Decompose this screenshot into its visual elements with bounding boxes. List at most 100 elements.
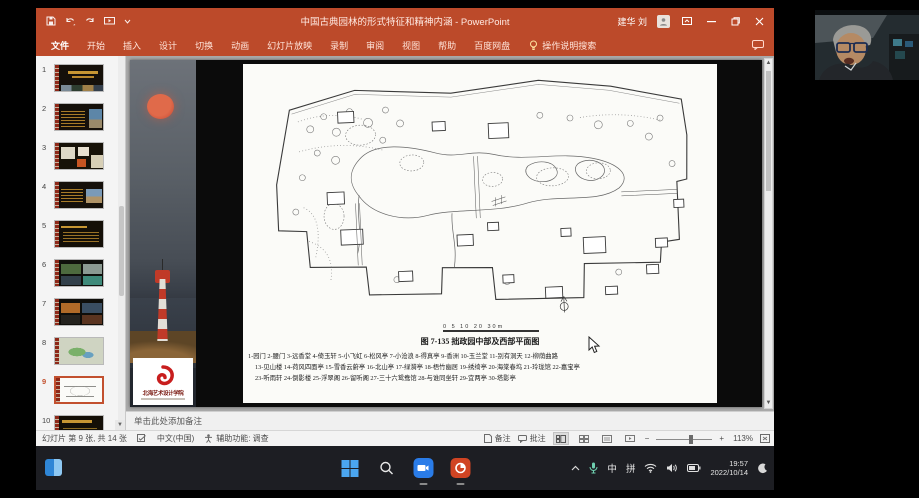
slide-thumbnail-row: 5 (36, 220, 125, 248)
slide-thumbnail-1[interactable] (54, 64, 104, 92)
slide-thumbnail-2[interactable] (54, 103, 104, 131)
slide-number: 8 (36, 337, 54, 347)
minimize-button[interactable] (704, 14, 718, 28)
ribbon-tab-5[interactable]: 切换 (186, 35, 222, 56)
ime-language-indicator[interactable]: 中 (607, 461, 617, 475)
comments-toggle-button[interactable]: 批注 (518, 433, 546, 444)
slide-number: 1 (36, 64, 54, 74)
accessibility-status[interactable]: 辅助功能: 调查 (204, 433, 268, 444)
slide-thumbnail-5[interactable] (54, 220, 104, 248)
current-slide[interactable]: 北海艺术设计学院 (130, 60, 762, 407)
battery-icon[interactable] (687, 464, 701, 472)
ribbon-tab-8[interactable]: 录制 (321, 35, 357, 56)
slide-position: 幻灯片 第 9 张, 共 14 张 (42, 433, 127, 444)
screen-share-canvas: 中国古典园林的形式特征和精神内涵 - PowerPoint 建华 刘 (0, 0, 919, 498)
start-button[interactable] (339, 457, 361, 479)
feedback-icon[interactable] (752, 40, 764, 50)
customize-qat-icon[interactable] (124, 19, 131, 24)
notes-toggle-button[interactable]: 备注 (484, 433, 511, 444)
ribbon-tab-10[interactable]: 视图 (393, 35, 429, 56)
powerpoint-app-button[interactable] (450, 457, 472, 479)
slide-number: 2 (36, 103, 54, 113)
slide-thumbnail-list: 12345678910 (36, 56, 125, 430)
slide-thumbnail-6[interactable] (54, 259, 104, 287)
tell-me-label: 操作说明搜索 (542, 39, 596, 52)
zoom-out-button[interactable]: − (645, 434, 650, 443)
ribbon-tab-9[interactable]: 审阅 (357, 35, 393, 56)
save-icon[interactable] (46, 16, 56, 26)
ribbon-tab-6[interactable]: 动画 (222, 35, 258, 56)
restore-button[interactable] (728, 14, 742, 28)
ribbon-display-options-icon[interactable] (680, 14, 694, 28)
microphone-icon[interactable] (589, 462, 598, 474)
thumbnail-scrollbar[interactable] (118, 56, 125, 430)
start-slideshow-icon[interactable] (104, 17, 115, 26)
scroll-down-icon[interactable]: ▼ (765, 399, 772, 408)
ribbon-tab-3[interactable]: 插入 (114, 35, 150, 56)
zoom-in-button[interactable]: + (719, 434, 724, 443)
taskbar-clock[interactable]: 19:57 2022/10/14 (710, 459, 748, 477)
slide-thumbnail-10[interactable] (54, 415, 104, 430)
account-name[interactable]: 建华 刘 (617, 15, 647, 28)
spell-check-icon[interactable] (137, 434, 147, 443)
title-bar: 中国古典园林的形式特征和精神内涵 - PowerPoint 建华 刘 (36, 8, 774, 34)
zoom-level[interactable]: 113% (731, 434, 753, 443)
widgets-button[interactable] (45, 459, 62, 476)
clock-date: 2022/10/14 (710, 468, 748, 477)
powerpoint-window: 中国古典园林的形式特征和精神内涵 - PowerPoint 建华 刘 (36, 8, 774, 446)
slide-thumbnail-4[interactable] (54, 181, 104, 209)
ime-mode-indicator[interactable]: 拼 (626, 461, 636, 475)
ribbon-tab-12[interactable]: 百度网盘 (465, 35, 519, 56)
ribbon-tab-row: 文件开始插入设计切换动画幻灯片放映录制审阅视图帮助百度网盘 操作说明搜索 (36, 34, 774, 56)
titlebar-right: 建华 刘 (617, 14, 766, 28)
tell-me-search[interactable]: 操作说明搜索 (529, 39, 596, 52)
red-swirl-logo-icon (150, 364, 176, 388)
ribbon-tab-1[interactable]: 文件 (42, 35, 78, 56)
language-indicator[interactable]: 中文(中国) (157, 433, 194, 444)
scroll-up-icon[interactable]: ▲ (765, 59, 772, 68)
fit-slide-button[interactable] (760, 434, 770, 443)
tray-expand-icon[interactable] (571, 465, 580, 471)
slide-thumbnail-panel: 12345678910 ▼ (36, 56, 126, 430)
clock-time: 19:57 (710, 459, 748, 468)
meeting-app-button[interactable] (413, 457, 435, 479)
account-avatar[interactable] (657, 15, 670, 28)
slide-thumbnail-7[interactable] (54, 298, 104, 326)
undo-icon[interactable] (65, 17, 76, 26)
scrollbar-thumb[interactable] (766, 71, 771, 191)
quick-access-toolbar (46, 16, 131, 26)
reading-view-button[interactable] (599, 432, 615, 445)
slide-thumbnail-row: 1 (36, 64, 125, 92)
notes-pane[interactable]: 单击此处添加备注 (126, 411, 774, 430)
ribbon-tab-4[interactable]: 设计 (150, 35, 186, 56)
slide-thumbnail-3[interactable] (54, 142, 104, 170)
notes-placeholder: 单击此处添加备注 (134, 415, 202, 427)
close-button[interactable] (752, 14, 766, 28)
redo-icon[interactable] (85, 17, 95, 26)
slide-sorter-view-button[interactable] (576, 432, 592, 445)
night-mode-icon[interactable] (757, 463, 768, 474)
search-button[interactable] (376, 457, 398, 479)
ribbon-tab-7[interactable]: 幻灯片放映 (258, 35, 321, 56)
slide-scrollbar[interactable]: ▲ ▼ (764, 58, 773, 409)
ribbon-tab-11[interactable]: 帮助 (429, 35, 465, 56)
slide-thumbnail-row: 7 (36, 298, 125, 326)
legend-line-1: 1-园门 2-腰门 3-远香堂 4-倚玉轩 5-小飞虹 6-松风亭 7-小沧浪 … (248, 351, 722, 360)
speaker-icon[interactable] (666, 463, 678, 473)
thumbnail-scroll-down-icon[interactable]: ▼ (115, 420, 125, 430)
zoom-slider[interactable] (656, 433, 712, 445)
presenter-webcam-video[interactable] (815, 10, 919, 80)
slide-number: 7 (36, 298, 54, 308)
meeting-app-icon (414, 458, 434, 478)
ribbon-tab-2[interactable]: 开始 (78, 35, 114, 56)
figure-caption: 图 7-135 拙政园中部及西部平面图 (243, 336, 717, 347)
notes-icon (484, 434, 492, 443)
slide-thumbnail-row: 4 (36, 181, 125, 209)
institution-subtitle-line (141, 398, 185, 400)
zoom-slider-knob[interactable] (689, 435, 693, 444)
wifi-icon[interactable] (644, 463, 657, 473)
normal-view-button[interactable] (553, 432, 569, 445)
slideshow-view-button[interactable] (622, 432, 638, 445)
slide-thumbnail-8[interactable] (54, 337, 104, 365)
slide-thumbnail-9[interactable] (54, 376, 104, 404)
